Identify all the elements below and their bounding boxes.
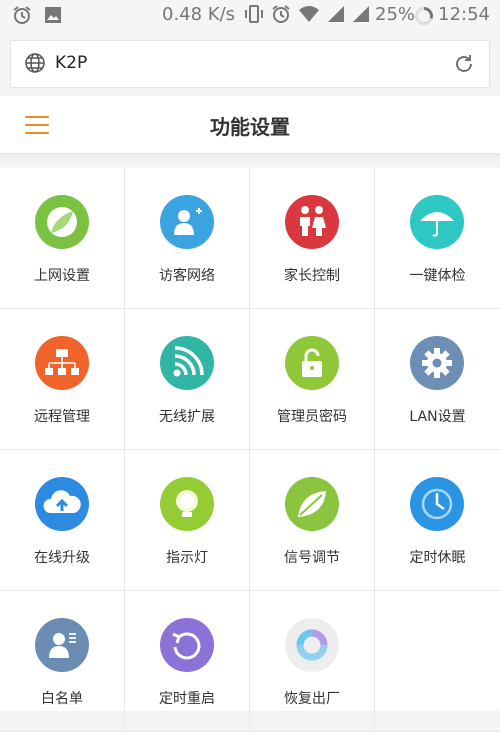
grid-item-guest-network[interactable]: 访客网络 — [125, 168, 250, 309]
page-title: 功能设置 — [210, 115, 290, 139]
grid-item-label: 无线扩展 — [159, 409, 215, 425]
grid-item-label: 访客网络 — [159, 268, 215, 284]
grid-item-label: LAN设置 — [409, 409, 466, 425]
grid-item-label: 定时重启 — [159, 691, 215, 707]
grid-item-admin-password[interactable]: 管理员密码 — [250, 309, 375, 450]
guest-user-icon — [160, 195, 214, 249]
globe-leaf-icon — [35, 195, 89, 249]
grid-item-label: 管理员密码 — [277, 409, 347, 425]
cell-signal-icon — [353, 6, 369, 22]
grid-item-label: 指示灯 — [166, 550, 208, 566]
grid-item-indicator-light[interactable]: 指示灯 — [125, 450, 250, 591]
clock-icon — [410, 477, 464, 531]
header-divider — [0, 154, 500, 168]
lock-icon — [285, 336, 339, 390]
leaf-icon — [285, 477, 339, 531]
grid-item-parental-control[interactable]: 家长控制 — [250, 168, 375, 309]
cell-signal-icon — [328, 6, 344, 22]
wifi-icon — [299, 6, 319, 22]
grid-item-online-setup[interactable]: 上网设置 — [0, 168, 125, 309]
vibrate-icon — [245, 5, 263, 23]
status-bar: 0.48 K/s 25% 12:54 — [0, 0, 500, 32]
wifi-signal-icon — [160, 336, 214, 390]
function-grid: 上网设置 访客网络 家长控制 一键体检 远程管理 无线扩展 管理员密码 LAN设… — [0, 168, 500, 732]
grid-item-signal-adjust[interactable]: 信号调节 — [250, 450, 375, 591]
status-notifications — [12, 5, 62, 25]
battery-ring-icon — [415, 7, 433, 25]
grid-item-timed-sleep[interactable]: 定时休眠 — [375, 450, 500, 591]
grid-item-label: 上网设置 — [34, 268, 90, 284]
parent-child-icon — [285, 195, 339, 249]
grid-item-label: 一键体检 — [409, 268, 466, 284]
umbrella-icon — [410, 195, 464, 249]
grid-item-label: 在线升级 — [34, 550, 90, 566]
reload-icon[interactable] — [452, 52, 476, 76]
image-icon — [45, 7, 61, 23]
grid-item-label: 家长控制 — [284, 268, 340, 284]
grid-item-online-upgrade[interactable]: 在线升级 — [0, 450, 125, 591]
grid-item-label: 定时休眠 — [409, 550, 466, 566]
ring-reset-icon — [285, 618, 339, 672]
gear-icon — [410, 336, 464, 390]
grid-item-wireless-extend[interactable]: 无线扩展 — [125, 309, 250, 450]
user-list-icon — [35, 618, 89, 672]
battery-percent: 25% — [375, 4, 416, 25]
alarm-icon — [13, 6, 31, 24]
grid-item-remote-management[interactable]: 远程管理 — [0, 309, 125, 450]
grid-item-label: 恢复出厂 — [284, 691, 340, 707]
alarm-icon — [272, 5, 290, 23]
grid-item-lan-settings[interactable]: LAN设置 — [375, 309, 500, 450]
network-speed: 0.48 K/s — [162, 4, 236, 25]
lightbulb-icon — [160, 477, 214, 531]
network-tree-icon — [35, 336, 89, 390]
restart-icon — [160, 618, 214, 672]
url-text[interactable]: K2P — [55, 53, 87, 73]
grid-item-label: 信号调节 — [284, 550, 340, 566]
address-bar[interactable]: K2P — [10, 40, 490, 88]
status-icons — [244, 4, 370, 24]
grid-item-one-click-check[interactable]: 一键体检 — [375, 168, 500, 309]
grid-item-label: 远程管理 — [34, 409, 90, 425]
globe-icon — [25, 53, 45, 73]
cloud-upload-icon — [35, 477, 89, 531]
clock: 12:54 — [438, 4, 490, 25]
page-header: 功能设置 — [0, 96, 500, 154]
grid-item-label: 白名单 — [41, 691, 83, 707]
